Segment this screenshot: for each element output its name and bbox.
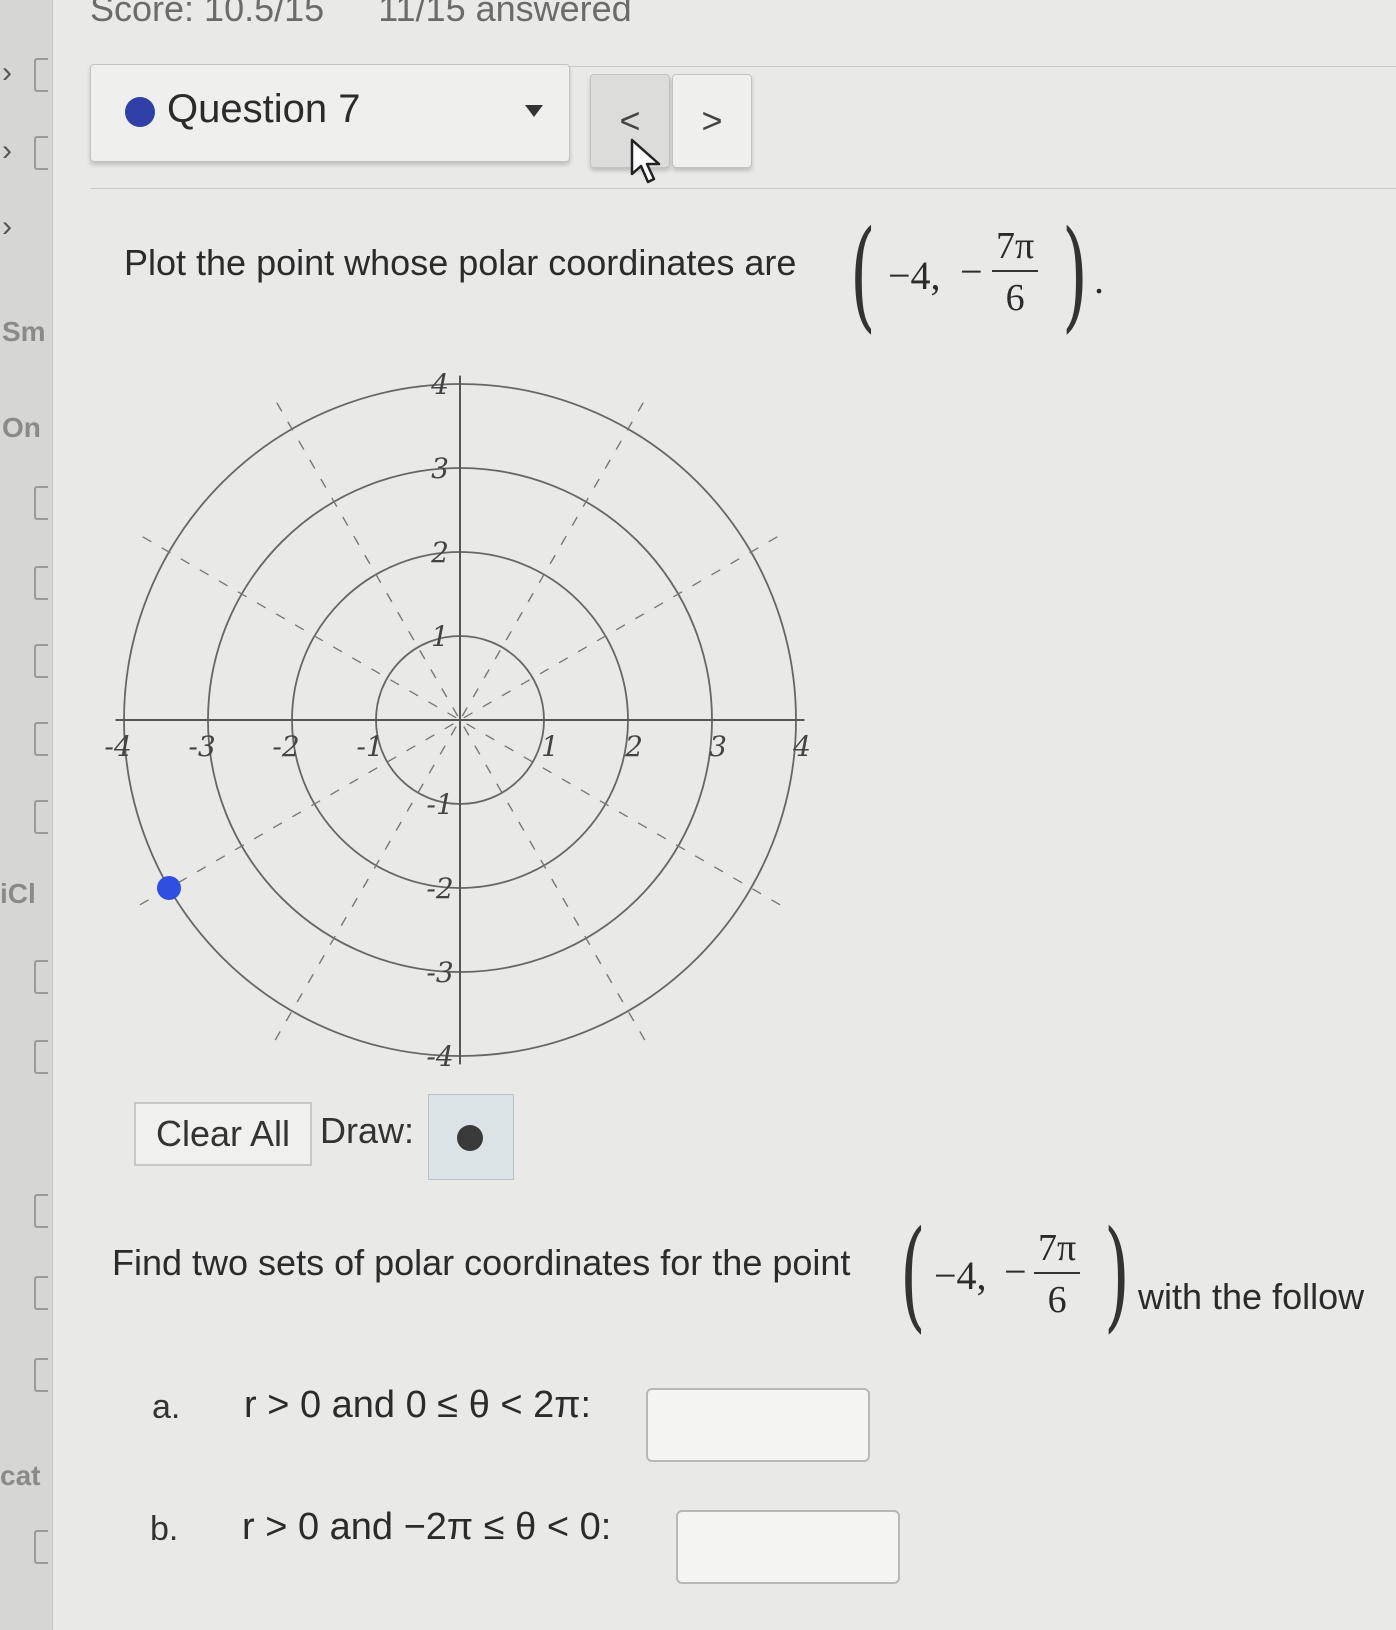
page-icon[interactable] — [34, 566, 48, 600]
y-tick-label: -2 — [426, 872, 453, 905]
part-b-condition: r > 0 and −2π ≤ θ < 0: — [242, 1506, 612, 1548]
x-tick-label: -2 — [272, 730, 299, 763]
y-tick-label: 4 — [430, 368, 449, 401]
chevron-right-icon[interactable]: › — [2, 210, 12, 244]
draw-point-tool[interactable] — [428, 1094, 514, 1180]
chevron-right-icon[interactable]: › — [2, 56, 12, 90]
question-prompt-2: Find two sets of polar coordinates for t… — [112, 1242, 851, 1283]
score-text: Score: 10.5/15 — [90, 0, 325, 29]
question-select-label: Question 7 — [167, 87, 361, 131]
page-icon[interactable] — [34, 800, 48, 834]
y-tick-label: -4 — [426, 1040, 453, 1073]
page-icon[interactable] — [34, 960, 48, 994]
clear-all-button[interactable]: Clear All — [134, 1102, 312, 1166]
point-icon — [457, 1125, 483, 1151]
theta-denominator: 6 — [1005, 277, 1025, 319]
part-a-label: a. — [152, 1388, 181, 1426]
draw-label: Draw: — [320, 1110, 415, 1151]
page-icon[interactable] — [34, 644, 48, 678]
y-tick-label: 1 — [431, 620, 449, 653]
page-icon[interactable] — [34, 722, 48, 756]
x-tick-label: -4 — [104, 730, 131, 763]
minus-sign: − — [1004, 1249, 1027, 1294]
theta-numerator: 7π — [992, 224, 1039, 272]
part-a-condition: r > 0 and 0 ≤ θ < 2π: — [244, 1384, 592, 1426]
page-icon[interactable] — [34, 1530, 48, 1564]
left-paren: ( — [900, 1206, 926, 1345]
page-icon[interactable] — [34, 1358, 48, 1392]
question-status-dot — [125, 97, 155, 127]
chevron-right-icon: > — [701, 100, 723, 141]
chevron-right-icon[interactable]: › — [2, 134, 12, 168]
y-tick-label: -3 — [426, 956, 453, 989]
x-tick-label: -1 — [356, 730, 383, 763]
x-tick-label: 3 — [709, 730, 727, 763]
document-icon[interactable] — [34, 58, 48, 92]
theta-fraction: 7π 6 — [1034, 1226, 1081, 1322]
period: . — [1094, 257, 1104, 302]
question-select[interactable]: Question 7 — [90, 64, 570, 162]
r-value: −4, — [934, 1253, 987, 1298]
minus-sign: − — [960, 249, 983, 294]
x-tick-label: 4 — [792, 730, 811, 763]
divider — [90, 188, 1396, 189]
left-paren: ( — [850, 206, 876, 345]
question-prompt: Plot the point whose polar coordinates a… — [124, 242, 797, 283]
document-icon[interactable] — [34, 136, 48, 170]
sidebar-label: On — [2, 412, 41, 443]
sidebar-label: cat — [0, 1460, 41, 1491]
theta-fraction: 7π 6 — [992, 224, 1039, 320]
part-b-answer-input[interactable] — [676, 1510, 900, 1584]
sidebar-label: Sm — [2, 316, 46, 347]
next-question-button[interactable]: > — [672, 74, 752, 168]
theta-denominator: 6 — [1047, 1279, 1067, 1321]
answered-count: 11/15 answered — [378, 0, 632, 29]
theta-numerator: 7π — [1034, 1226, 1081, 1274]
polar-graph[interactable]: -4 -3 -2 -1 1 2 3 4 4 3 2 1 -1 -2 -3 -4 — [100, 360, 820, 1080]
left-sidebar: › › › Sm On iCl cat — [0, 0, 53, 1630]
chevron-left-icon: < — [619, 100, 641, 141]
mouse-cursor-icon — [630, 138, 661, 184]
part-a-answer-input[interactable] — [646, 1388, 870, 1462]
page-icon[interactable] — [34, 1040, 48, 1074]
caret-down-icon — [525, 105, 543, 117]
plotted-point[interactable] — [157, 876, 182, 900]
sidebar-label: iCl — [0, 878, 36, 909]
y-tick-label: -1 — [426, 788, 453, 821]
part-b-label: b. — [150, 1510, 179, 1548]
x-tick-label: 2 — [624, 730, 643, 763]
x-tick-label: -3 — [188, 730, 215, 763]
score-bar: Score: 10.5/15 11/15 answered — [90, 0, 676, 30]
page-icon[interactable] — [34, 1276, 48, 1310]
right-paren: ) — [1062, 206, 1088, 345]
question-prompt-2-suffix: with the follow — [1138, 1276, 1365, 1317]
page-icon[interactable] — [34, 486, 48, 520]
right-paren: ) — [1104, 1206, 1130, 1345]
page-icon[interactable] — [34, 1194, 48, 1228]
x-tick-label: 1 — [541, 730, 559, 763]
r-value: −4, — [888, 253, 941, 298]
y-tick-label: 3 — [431, 452, 449, 485]
y-tick-label: 2 — [430, 536, 449, 569]
